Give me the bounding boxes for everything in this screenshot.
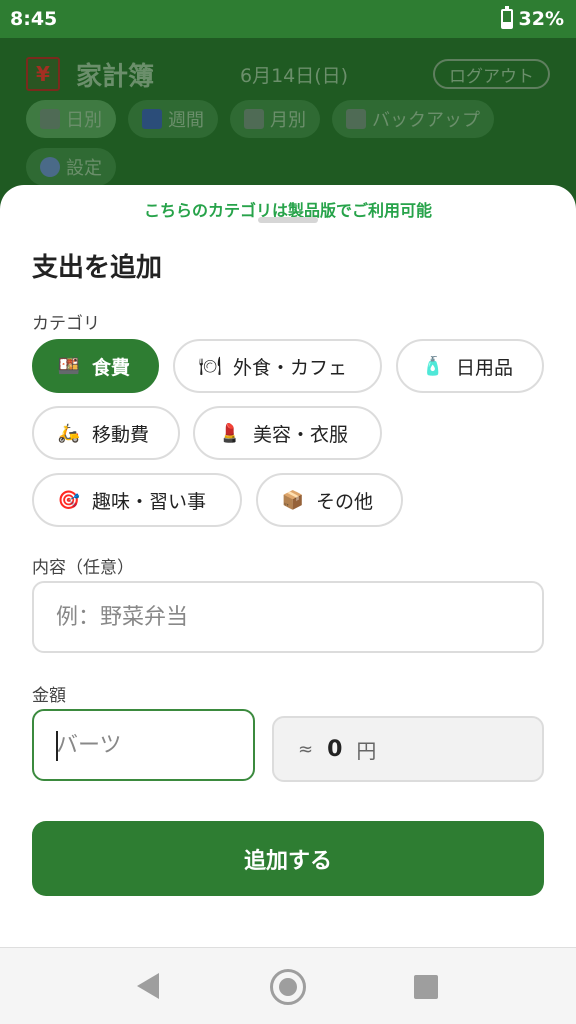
target-icon: 🎯: [57, 489, 81, 511]
approx-symbol: ≈: [298, 738, 314, 760]
nav-row-1: 日別 週間 月別 バックアップ: [26, 100, 494, 138]
battery-icon: [500, 6, 513, 29]
amount-input[interactable]: [32, 709, 255, 781]
category-chip-daily-goods[interactable]: 🧴 日用品: [396, 339, 544, 393]
nav-backup-button[interactable]: バックアップ: [332, 100, 494, 138]
system-navigation-bar: [0, 947, 576, 1024]
category-chip-label: 外食・カフェ: [233, 356, 348, 379]
category-chip-label: 食費: [92, 356, 131, 379]
content-label: 内容（任意）: [32, 558, 134, 578]
plate-icon: 🍽: [198, 355, 222, 377]
gear-icon: [40, 157, 60, 177]
floppy-disk-icon: [346, 109, 366, 129]
nav-monthly-button[interactable]: 月別: [230, 100, 320, 138]
box-icon: 📦: [281, 489, 305, 511]
add-expense-sheet: こちらのカテゴリは製品版でご利用可能 支出を追加 カテゴリ 🍱 食費 🍽 外食・…: [0, 185, 576, 947]
nav-row-2: 設定: [26, 148, 116, 186]
text-cursor: [56, 731, 58, 761]
nav-settings-button[interactable]: 設定: [26, 148, 116, 186]
yen-icon: ¥: [26, 57, 60, 91]
battery-percent: 32%: [518, 8, 564, 30]
category-chip-hobby[interactable]: 🎯 趣味・習い事: [32, 473, 242, 527]
category-chip-dining[interactable]: 🍽 外食・カフェ: [173, 339, 382, 393]
category-chip-transport[interactable]: 🛵 移動費: [32, 406, 180, 460]
calendar-month-icon: [244, 109, 264, 129]
status-right: 32%: [500, 6, 564, 30]
category-chip-other[interactable]: 📦 その他: [256, 473, 403, 527]
recent-apps-icon[interactable]: [414, 975, 438, 999]
battery-fill: [502, 21, 511, 27]
bento-icon: 🍱: [57, 355, 81, 377]
category-chip-label: 移動費: [92, 423, 150, 446]
nav-backup-label: バックアップ: [372, 110, 480, 131]
lipstick-icon: 💄: [218, 422, 242, 444]
sheet-drag-handle[interactable]: [258, 217, 318, 223]
converted-value: 0: [327, 736, 343, 762]
category-chip-label: 趣味・習い事: [92, 490, 207, 513]
amount-label: 金額: [32, 686, 66, 706]
status-time: 8:45: [10, 8, 58, 30]
app-title: 家計簿: [76, 61, 155, 92]
status-bar: 8:45 32%: [0, 0, 576, 38]
add-expense-button[interactable]: 追加する: [32, 821, 544, 896]
category-chip-label: その他: [316, 490, 374, 513]
category-chip-label: 美容・衣服: [253, 423, 349, 446]
current-date: 6月14日(日): [240, 64, 349, 87]
nav-settings-label: 設定: [66, 158, 102, 179]
content-input[interactable]: [32, 581, 544, 653]
app-header: ¥ 家計簿 6月14日(日) ログアウト 日別 週間 月別 バックアップ 設定: [0, 38, 576, 198]
category-chip-food[interactable]: 🍱 食費: [32, 339, 159, 393]
converted-amount-field: ≈ 0 円: [272, 716, 544, 782]
category-chip-beauty[interactable]: 💄 美容・衣服: [193, 406, 382, 460]
nav-weekly-label: 週間: [168, 110, 204, 131]
home-icon[interactable]: [270, 969, 306, 1005]
app-title-row: ¥ 家計簿 6月14日(日) ログアウト: [26, 54, 550, 94]
nav-daily-label: 日別: [66, 110, 102, 131]
lotion-bottle-icon: 🧴: [421, 355, 445, 377]
logout-button[interactable]: ログアウト: [433, 59, 550, 89]
converted-unit: 円: [356, 738, 377, 763]
category-chip-label: 日用品: [456, 356, 514, 379]
nav-weekly-button[interactable]: 週間: [128, 100, 218, 138]
calendar-week-icon: [142, 109, 162, 129]
scooter-icon: 🛵: [57, 422, 81, 444]
back-icon[interactable]: [137, 973, 159, 999]
category-label: カテゴリ: [32, 314, 100, 334]
nav-daily-button[interactable]: 日別: [26, 100, 116, 138]
sheet-title: 支出を追加: [32, 253, 163, 283]
calendar-day-icon: [40, 109, 60, 129]
nav-monthly-label: 月別: [270, 110, 306, 131]
